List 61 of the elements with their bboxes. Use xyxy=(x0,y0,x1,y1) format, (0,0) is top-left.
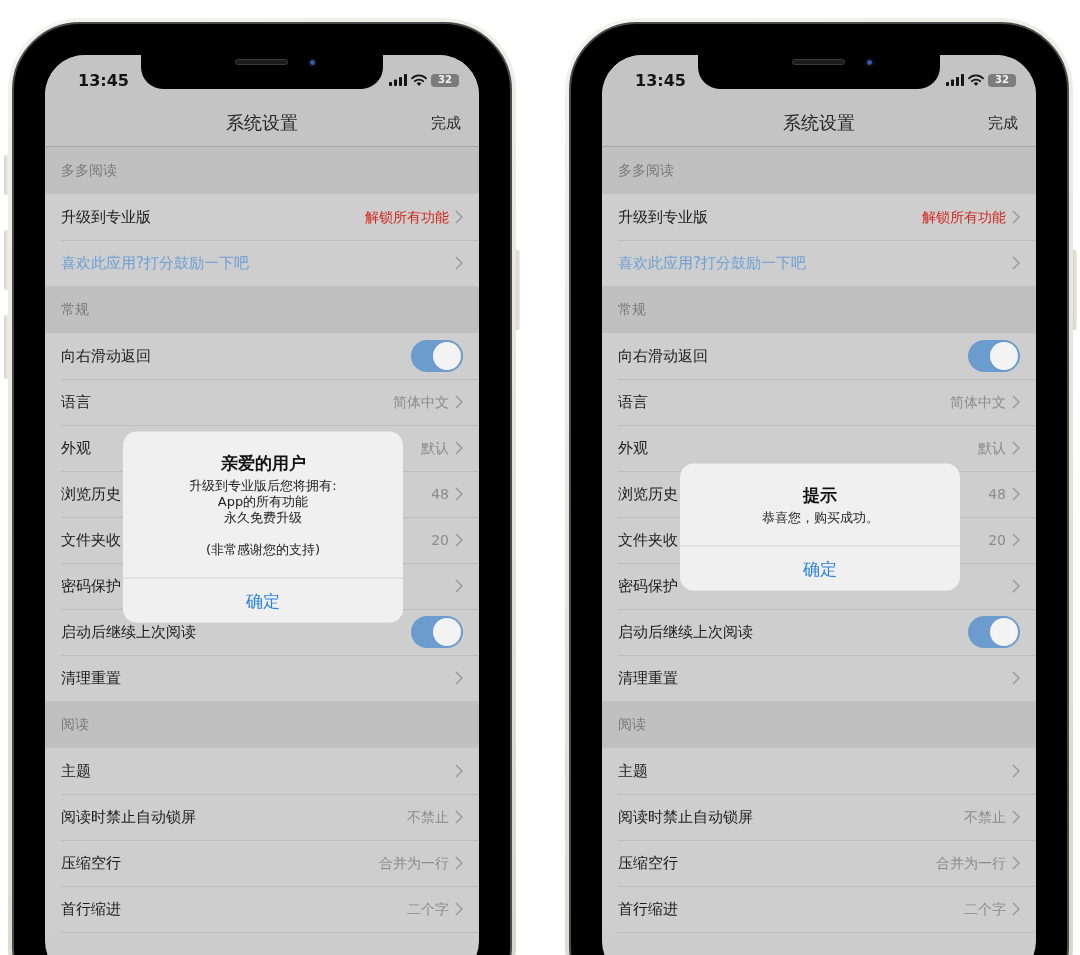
nav-title: 系统设置 xyxy=(226,111,298,135)
row-label: 文件夹收 xyxy=(61,532,121,548)
section-header: 阅读 xyxy=(45,701,479,748)
row-label: 喜欢此应用?打分鼓励一下吧 xyxy=(618,255,806,271)
row-value: 解锁所有功能 xyxy=(922,210,1006,224)
alert-message: 升级到专业版后您将拥有: xyxy=(189,477,337,494)
alert-title: 亲爱的用户 xyxy=(220,451,306,474)
row-value: 合并为一行 xyxy=(936,856,1006,870)
row-label: 清理重置 xyxy=(618,670,678,686)
row-value: 解锁所有功能 xyxy=(365,210,449,224)
section-header: 多多阅读 xyxy=(602,147,1036,194)
alert-title: 提示 xyxy=(803,483,837,506)
nav-title: 系统设置 xyxy=(783,111,855,135)
row-value: 简体中文 xyxy=(950,395,1006,409)
row-label: 阅读时禁止自动锁屏 xyxy=(618,809,753,825)
row-label: 清理重置 xyxy=(61,670,121,686)
section-header: 常规 xyxy=(45,286,479,333)
alert-message: (非常感谢您的支持) xyxy=(205,541,321,558)
row-label: 压缩空行 xyxy=(618,855,678,871)
row-label: 升级到专业版 xyxy=(618,209,708,225)
row-label: 主题 xyxy=(61,763,91,779)
row-label: 启动后继续上次阅读 xyxy=(61,624,196,640)
row-label: 压缩空行 xyxy=(61,855,121,871)
row-label: 升级到专业版 xyxy=(61,209,151,225)
battery-indicator: 32 xyxy=(431,73,459,87)
status-time: 13:45 xyxy=(635,70,686,90)
row-label: 文件夹收 xyxy=(618,532,678,548)
row-value: 48 xyxy=(431,487,449,501)
row-label: 语言 xyxy=(61,394,91,410)
row-label: 主题 xyxy=(618,763,648,779)
row-label: 向右滑动返回 xyxy=(61,348,151,364)
row-value: 合并为一行 xyxy=(379,856,449,870)
row-label: 向右滑动返回 xyxy=(618,348,708,364)
row-label: 密码保护 xyxy=(61,578,121,594)
row-value: 默认 xyxy=(978,441,1006,455)
battery-indicator: 32 xyxy=(988,73,1016,87)
row-value: 简体中文 xyxy=(393,395,449,409)
row-label: 密码保护 xyxy=(618,578,678,594)
row-value: 不禁止 xyxy=(407,810,449,824)
status-time: 13:45 xyxy=(78,70,129,90)
row-label: 语言 xyxy=(618,394,648,410)
row-value: 默认 xyxy=(421,441,449,455)
row-label: 外观 xyxy=(618,440,648,456)
alert-message: App的所有功能 xyxy=(217,493,309,510)
row-label: 首行缩进 xyxy=(61,901,121,917)
row-label: 喜欢此应用?打分鼓励一下吧 xyxy=(61,255,249,271)
section-header: 多多阅读 xyxy=(45,147,479,194)
row-label: 首行缩进 xyxy=(618,901,678,917)
row-label: 浏览历史 xyxy=(618,486,678,502)
alert-message: 恭喜您，购买成功。 xyxy=(761,509,879,526)
section-header: 阅读 xyxy=(602,701,1036,748)
row-value: 20 xyxy=(988,533,1006,547)
alert-message: 永久免费升级 xyxy=(224,509,302,526)
row-label: 浏览历史 xyxy=(61,486,121,502)
row-label: 阅读时禁止自动锁屏 xyxy=(61,809,196,825)
section-header: 常规 xyxy=(602,286,1036,333)
row-value: 不禁止 xyxy=(964,810,1006,824)
row-label: 启动后继续上次阅读 xyxy=(618,624,753,640)
row-label: 外观 xyxy=(61,440,91,456)
row-value: 20 xyxy=(431,533,449,547)
row-value: 48 xyxy=(988,487,1006,501)
